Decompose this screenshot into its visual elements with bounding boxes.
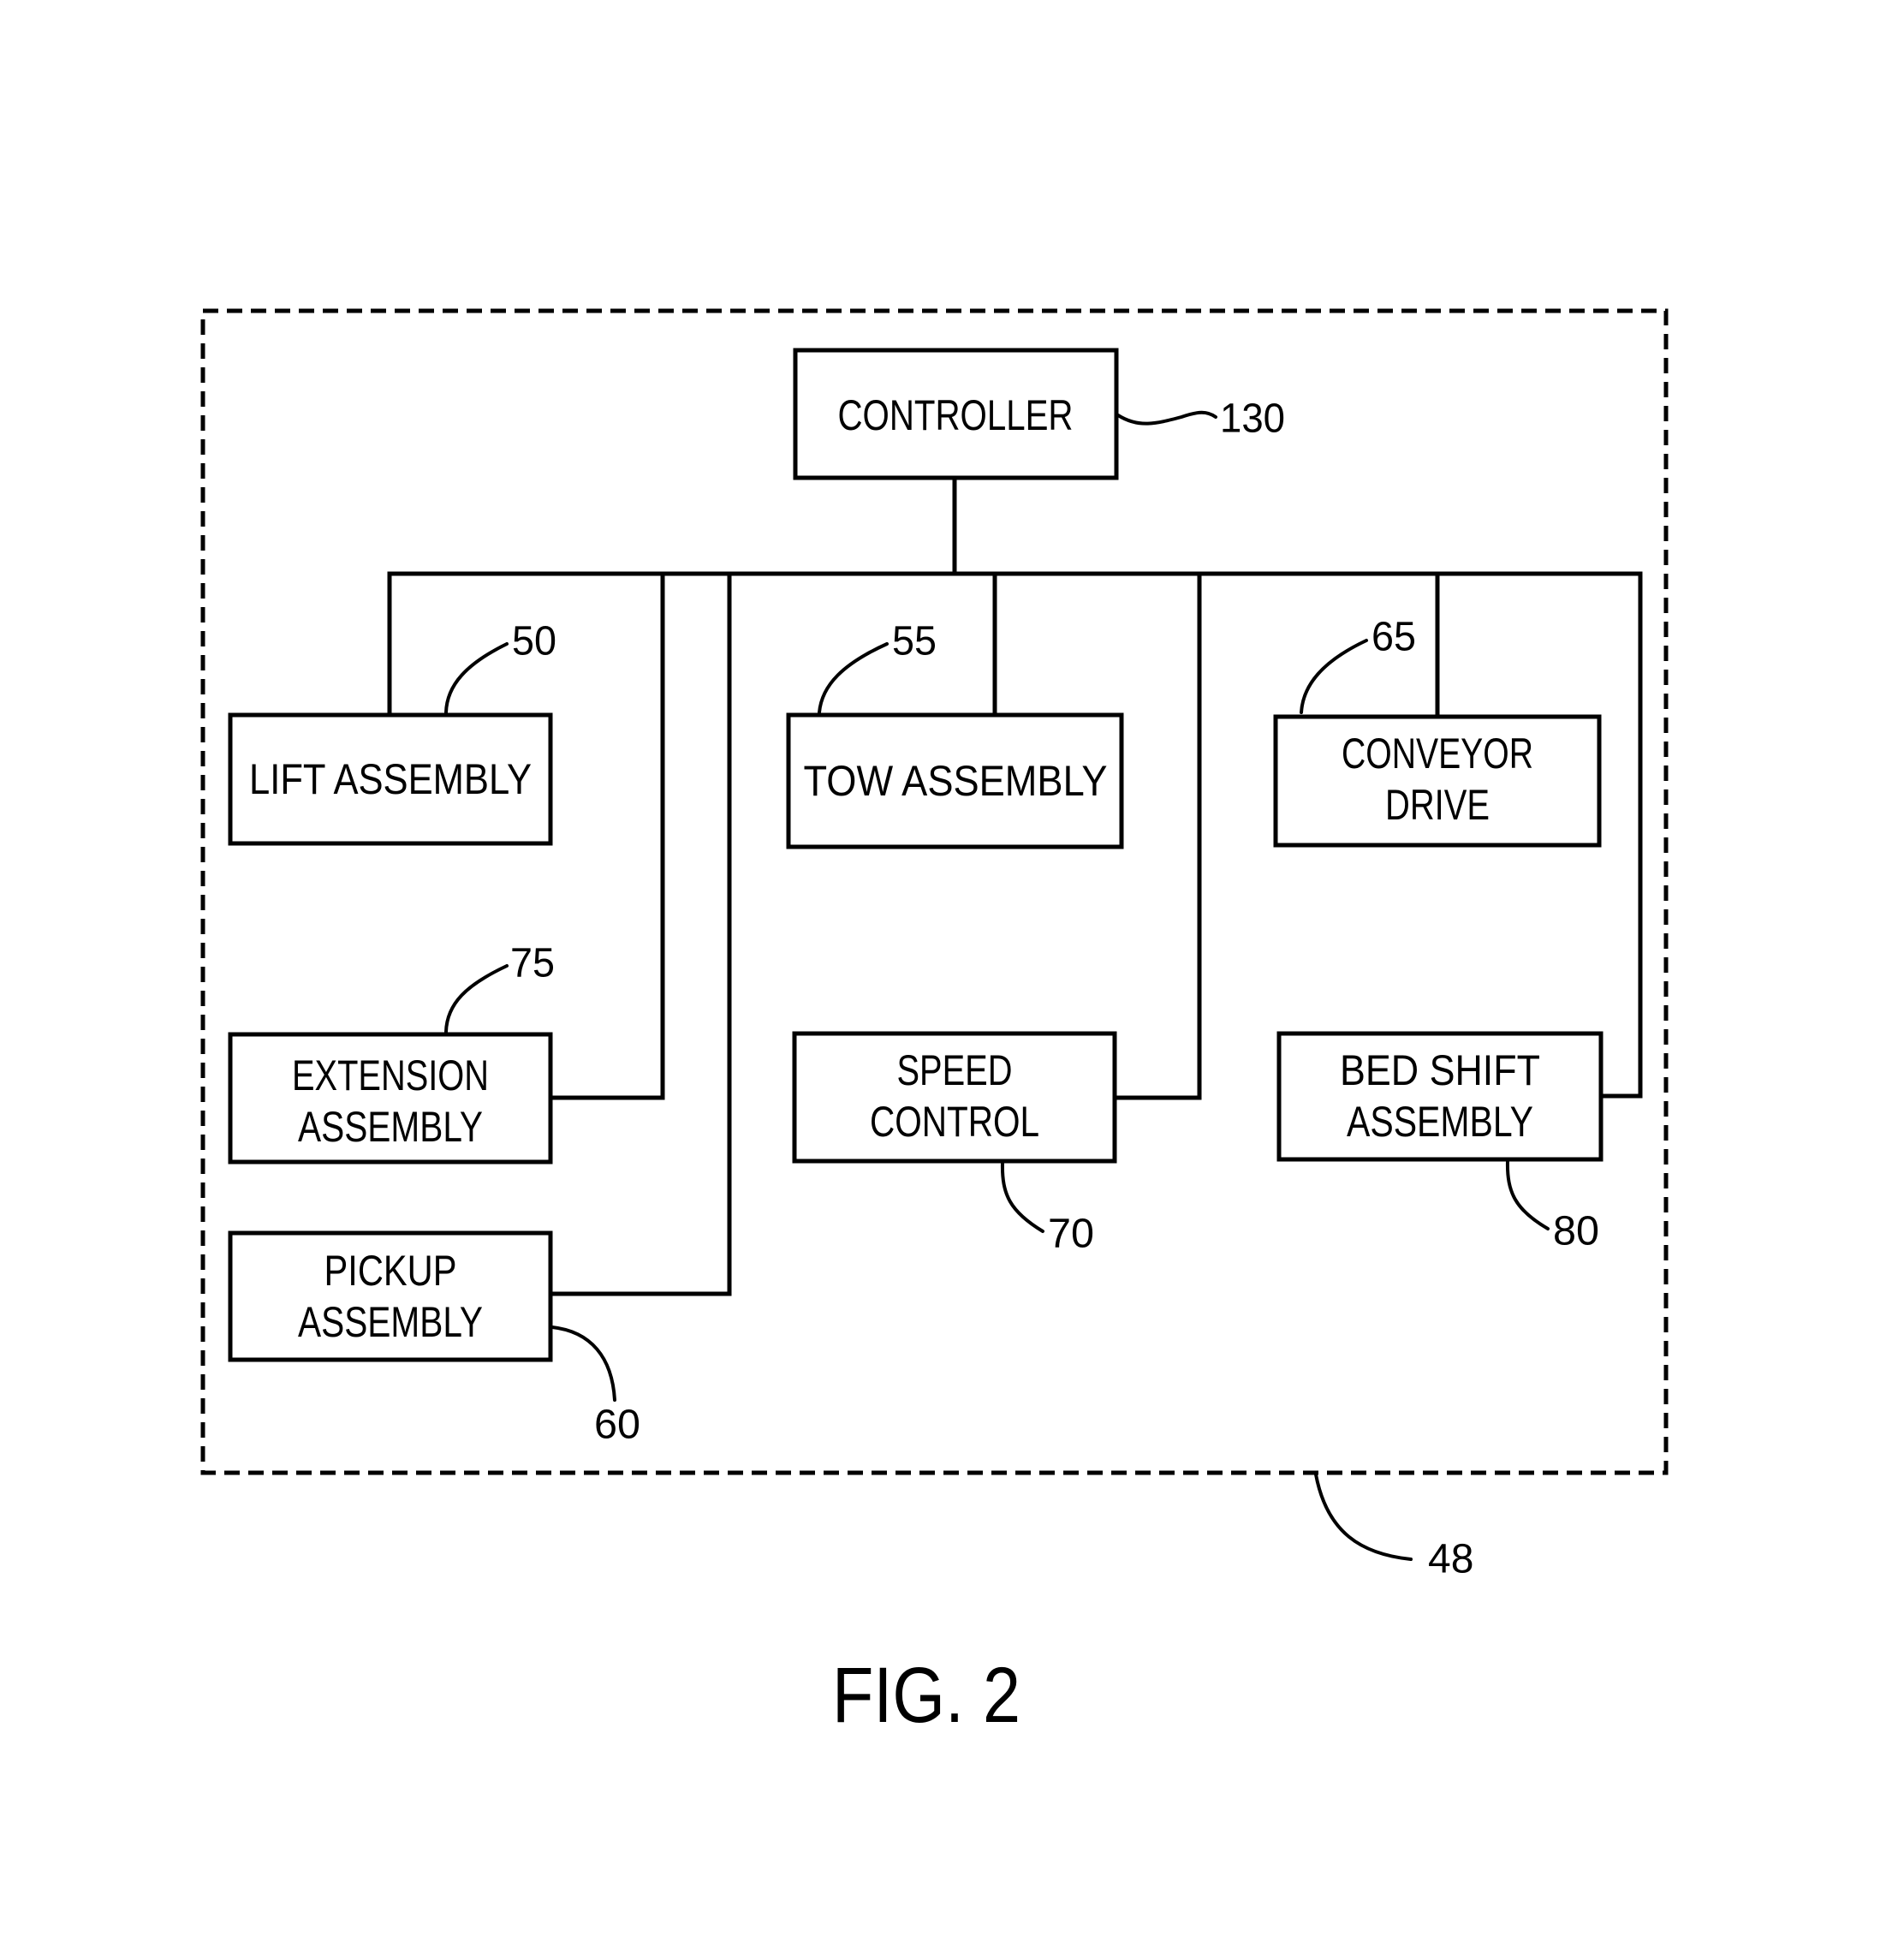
bed-shift-assembly-label-line1: BED SHIFT <box>1340 1046 1540 1094</box>
block-diagram: 48 CONTROLLER 130 LIFT ASSEMBLY 50 TOW A… <box>200 308 1669 1739</box>
speed-control-label-line2: CONTROL <box>870 1098 1039 1146</box>
lift-assembly-label: LIFT ASSEMBLY <box>249 755 532 803</box>
pickup-assembly-label-line2: ASSEMBLY <box>298 1298 483 1346</box>
system-boundary-ref: 48 <box>1428 1537 1473 1582</box>
lift-assembly-leader <box>444 642 509 714</box>
extension-assembly-ref: 75 <box>510 941 555 986</box>
controller-block[interactable]: CONTROLLER <box>793 348 1119 480</box>
bed-shift-assembly-leader <box>1505 1159 1550 1230</box>
pickup-assembly-ref: 60 <box>594 1403 640 1448</box>
extension-assembly-block[interactable]: EXTENSION ASSEMBLY <box>228 1032 553 1165</box>
controller-leader <box>1116 410 1217 426</box>
conveyor-drive-label-line1: CONVEYOR <box>1342 730 1533 777</box>
controller-label: CONTROLLER <box>838 391 1074 439</box>
pickup-assembly-block[interactable]: PICKUP ASSEMBLY <box>228 1230 553 1362</box>
conveyor-drive-block[interactable]: CONVEYOR DRIVE <box>1273 714 1602 848</box>
conveyor-drive-ref: 65 <box>1371 615 1416 660</box>
tow-assembly-leader <box>818 642 889 714</box>
pickup-feed <box>548 571 732 1296</box>
figure-caption: FIG. 2 <box>832 1652 1020 1739</box>
speed-feed <box>1112 571 1202 1100</box>
speed-control-leader <box>1000 1161 1044 1233</box>
controller-ref: 130 <box>1220 396 1285 442</box>
system-boundary-leader <box>1314 1473 1413 1561</box>
conveyor-drive-leader <box>1300 639 1368 714</box>
bed-shift-assembly-block[interactable]: BED SHIFT ASSEMBLY <box>1276 1031 1604 1162</box>
extension-feed <box>548 571 665 1100</box>
bed-shift-assembly-ref: 80 <box>1553 1209 1599 1254</box>
conveyor-drive-label-line2: DRIVE <box>1385 781 1490 829</box>
pickup-assembly-label-line1: PICKUP <box>324 1247 457 1295</box>
extension-assembly-label-line1: EXTENSION <box>292 1051 489 1099</box>
lift-assembly-ref: 50 <box>512 619 556 664</box>
tow-assembly-block[interactable]: TOW ASSEMBLY <box>786 712 1124 849</box>
tow-assembly-label: TOW ASSEMBLY <box>804 757 1108 805</box>
tow-assembly-ref: 55 <box>892 619 937 664</box>
speed-control-label-line1: SPEED <box>897 1046 1013 1094</box>
speed-control-block[interactable]: SPEED CONTROL <box>792 1031 1117 1164</box>
extension-assembly-label-line2: ASSEMBLY <box>298 1103 483 1151</box>
speed-control-ref: 70 <box>1048 1212 1094 1257</box>
lift-assembly-block[interactable]: LIFT ASSEMBLY <box>228 712 553 846</box>
pickup-assembly-leader <box>550 1325 616 1402</box>
extension-assembly-leader <box>444 964 509 1034</box>
bed-shift-assembly-label-line2: ASSEMBLY <box>1347 1098 1533 1146</box>
